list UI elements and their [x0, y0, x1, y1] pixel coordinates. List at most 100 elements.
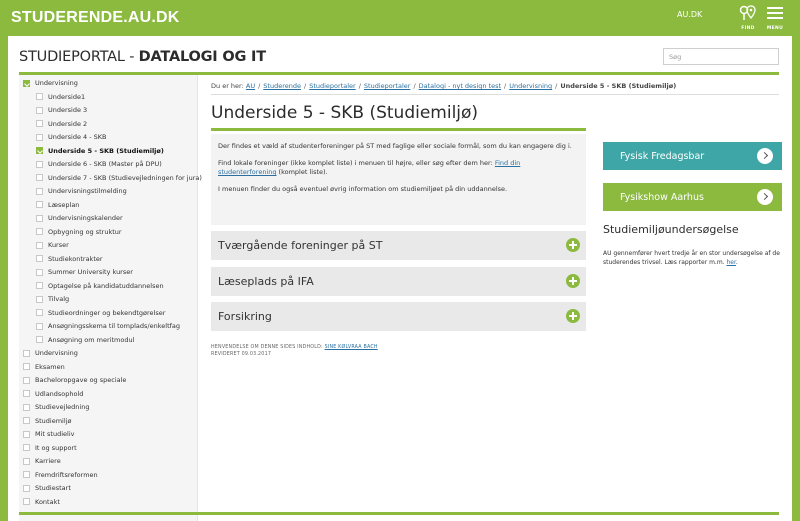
sidebar-item-label: Underside 6 - SKB (Master på DPU) — [48, 160, 162, 168]
collapsed-arrow-icon[interactable] — [36, 309, 43, 316]
sidebar-item[interactable]: Bacheloropgave og speciale — [23, 374, 126, 386]
sidebar-item[interactable]: Underside1 — [36, 91, 85, 103]
collapsed-arrow-icon[interactable] — [36, 322, 43, 330]
sidebar-item[interactable]: Underside 3 — [36, 104, 87, 116]
sidebar-item[interactable]: It og support — [23, 442, 77, 454]
sidebar-item[interactable]: Mit studieliv — [23, 428, 74, 440]
collapsed-arrow-icon[interactable] — [36, 187, 43, 195]
breadcrumb-link[interactable]: Studerende — [263, 82, 301, 90]
plus-icon[interactable] — [566, 274, 580, 288]
collapsed-arrow-icon[interactable] — [36, 336, 43, 343]
collapsed-arrow-icon[interactable] — [36, 106, 43, 114]
menu-label: MENU — [766, 26, 784, 31]
sidebar-item[interactable]: Underside 7 - SKB (Studievejledningen fo… — [36, 172, 202, 184]
sidebar-item[interactable]: Kurser — [36, 239, 69, 251]
survey-here-link[interactable]: her — [726, 259, 735, 266]
sidebar-item[interactable]: Optagelse på kandidatuddannelsen — [36, 280, 164, 292]
survey-text-suffix: . — [735, 259, 738, 266]
collapsed-arrow-icon[interactable] — [23, 444, 30, 451]
sidebar-item[interactable]: Studiekontrakter — [36, 253, 103, 265]
portal-title[interactable]: STUDIEPORTAL - DATALOGI OG IT — [19, 49, 266, 65]
breadcrumb-link[interactable]: Studieportaler — [364, 82, 411, 90]
find-button[interactable]: FIND — [738, 5, 758, 31]
collapsed-arrow-icon[interactable] — [23, 498, 30, 505]
expanded-arrow-icon[interactable] — [36, 147, 43, 154]
accordion-forsikring[interactable]: Forsikring — [211, 302, 586, 331]
sidebar-item[interactable]: Karriere — [23, 455, 61, 467]
au-dk-link[interactable]: AU.DK — [677, 10, 702, 19]
collapsed-arrow-icon[interactable] — [36, 214, 43, 222]
accordion-label: Læseplads på IFA — [218, 275, 314, 288]
accordion-label: Forsikring — [218, 310, 272, 323]
sidebar-item[interactable]: Underside 5 - SKB (Studiemiljø) — [36, 145, 164, 157]
collapsed-arrow-icon[interactable] — [36, 93, 43, 100]
menu-button[interactable]: MENU — [766, 5, 784, 31]
plus-icon[interactable] — [566, 238, 580, 252]
sidebar-item-label: Bacheloropgave og speciale — [35, 376, 127, 384]
collapsed-arrow-icon[interactable] — [23, 363, 30, 370]
sidebar-item[interactable]: Studiemiljø — [23, 415, 71, 427]
accordion-laeseplads[interactable]: Læseplads på IFA — [211, 267, 586, 296]
sidebar-item[interactable]: Undervisningstilmelding — [36, 185, 127, 197]
collapsed-arrow-icon[interactable] — [36, 174, 43, 181]
breadcrumb-separator: / — [304, 82, 307, 90]
sidebar-item[interactable]: Læseplan — [36, 199, 79, 211]
sidebar-item[interactable]: Undervisningskalender — [36, 212, 123, 224]
sidebar-item[interactable]: Undervisning — [23, 347, 78, 359]
sidebar-item[interactable]: Kontakt — [23, 496, 60, 508]
plus-icon[interactable] — [566, 309, 580, 323]
breadcrumb-link[interactable]: Undervisning — [509, 82, 552, 90]
collapsed-arrow-icon[interactable] — [36, 133, 43, 141]
sidebar-item[interactable]: Fremdriftsreformen — [23, 469, 98, 481]
portal-title-strong: DATALOGI OG IT — [138, 49, 266, 65]
breadcrumb-link[interactable]: Studieportaler — [309, 82, 356, 90]
fysisk-fredagsbar-button[interactable]: Fysisk Fredagsbar — [603, 142, 782, 170]
collapsed-arrow-icon[interactable] — [23, 390, 30, 397]
collapsed-arrow-icon[interactable] — [23, 484, 30, 492]
contact-prefix: HENVENDELSE OM DENNE SIDES INDHOLD: — [211, 345, 323, 350]
sidebar-item[interactable]: Undervisning — [23, 77, 78, 89]
collapsed-arrow-icon[interactable] — [23, 471, 30, 478]
intro-p2-suffix: (komplet liste). — [276, 168, 328, 176]
collapsed-arrow-icon[interactable] — [36, 255, 43, 262]
sidebar-item-label: Udlandsophold — [35, 389, 84, 398]
sidebar-item[interactable]: Studieordninger og bekendtgørelser — [36, 307, 165, 319]
collapsed-arrow-icon[interactable] — [36, 228, 43, 235]
collapsed-arrow-icon[interactable] — [23, 417, 30, 424]
sidebar-item[interactable]: Udlandsophold — [23, 388, 83, 400]
collapsed-arrow-icon[interactable] — [36, 160, 43, 168]
sidebar-item[interactable]: Underside 6 - SKB (Master på DPU) — [36, 158, 162, 170]
collapsed-arrow-icon[interactable] — [23, 349, 30, 357]
collapsed-arrow-icon[interactable] — [36, 268, 43, 276]
sidebar-item[interactable]: Opbygning og struktur — [36, 226, 122, 238]
arrow-right-icon — [757, 189, 773, 205]
sidebar-item-label: Studiekontrakter — [48, 254, 103, 263]
sidebar-item[interactable]: Eksamen — [23, 361, 65, 373]
sidebar-item[interactable]: Underside 4 - SKB — [36, 131, 107, 143]
breadcrumb-link[interactable]: AU — [246, 82, 255, 90]
accordion-tvaergaaende[interactable]: Tværgående foreninger på ST — [211, 231, 586, 260]
sidebar-item[interactable]: Studiestart — [23, 482, 71, 494]
contact-person-link[interactable]: SINE KØLVRAA BACH — [325, 345, 378, 350]
intro-paragraph-1: Der findes et væld af studenterforeninge… — [218, 142, 572, 150]
collapsed-arrow-icon[interactable] — [36, 295, 43, 303]
collapsed-arrow-icon[interactable] — [23, 376, 30, 384]
sidebar-item[interactable]: Ansøgning om meritmodul — [36, 334, 134, 346]
site-brand[interactable]: STUDERENDE.AU.DK — [11, 9, 180, 27]
collapsed-arrow-icon[interactable] — [23, 430, 30, 438]
sidebar-item[interactable]: Summer University kurser — [36, 266, 133, 278]
collapsed-arrow-icon[interactable] — [23, 403, 30, 411]
sidebar-item[interactable]: Ansøgningsskema til tomplads/enkeltfag — [36, 320, 180, 332]
collapsed-arrow-icon[interactable] — [36, 241, 43, 249]
sidebar-item[interactable]: Tilvalg — [36, 293, 69, 305]
expanded-arrow-icon[interactable] — [23, 79, 30, 87]
collapsed-arrow-icon[interactable] — [23, 457, 30, 465]
collapsed-arrow-icon[interactable] — [36, 201, 43, 208]
fysikshow-aarhus-button[interactable]: Fysikshow Aarhus — [603, 183, 782, 211]
sidebar-item[interactable]: Studievejledning — [23, 401, 89, 413]
breadcrumb-link[interactable]: Datalogi - nyt design test — [419, 82, 501, 90]
collapsed-arrow-icon[interactable] — [36, 120, 43, 127]
search-input[interactable]: Søg — [663, 48, 779, 65]
sidebar-item[interactable]: Underside 2 — [36, 118, 87, 130]
collapsed-arrow-icon[interactable] — [36, 282, 43, 289]
